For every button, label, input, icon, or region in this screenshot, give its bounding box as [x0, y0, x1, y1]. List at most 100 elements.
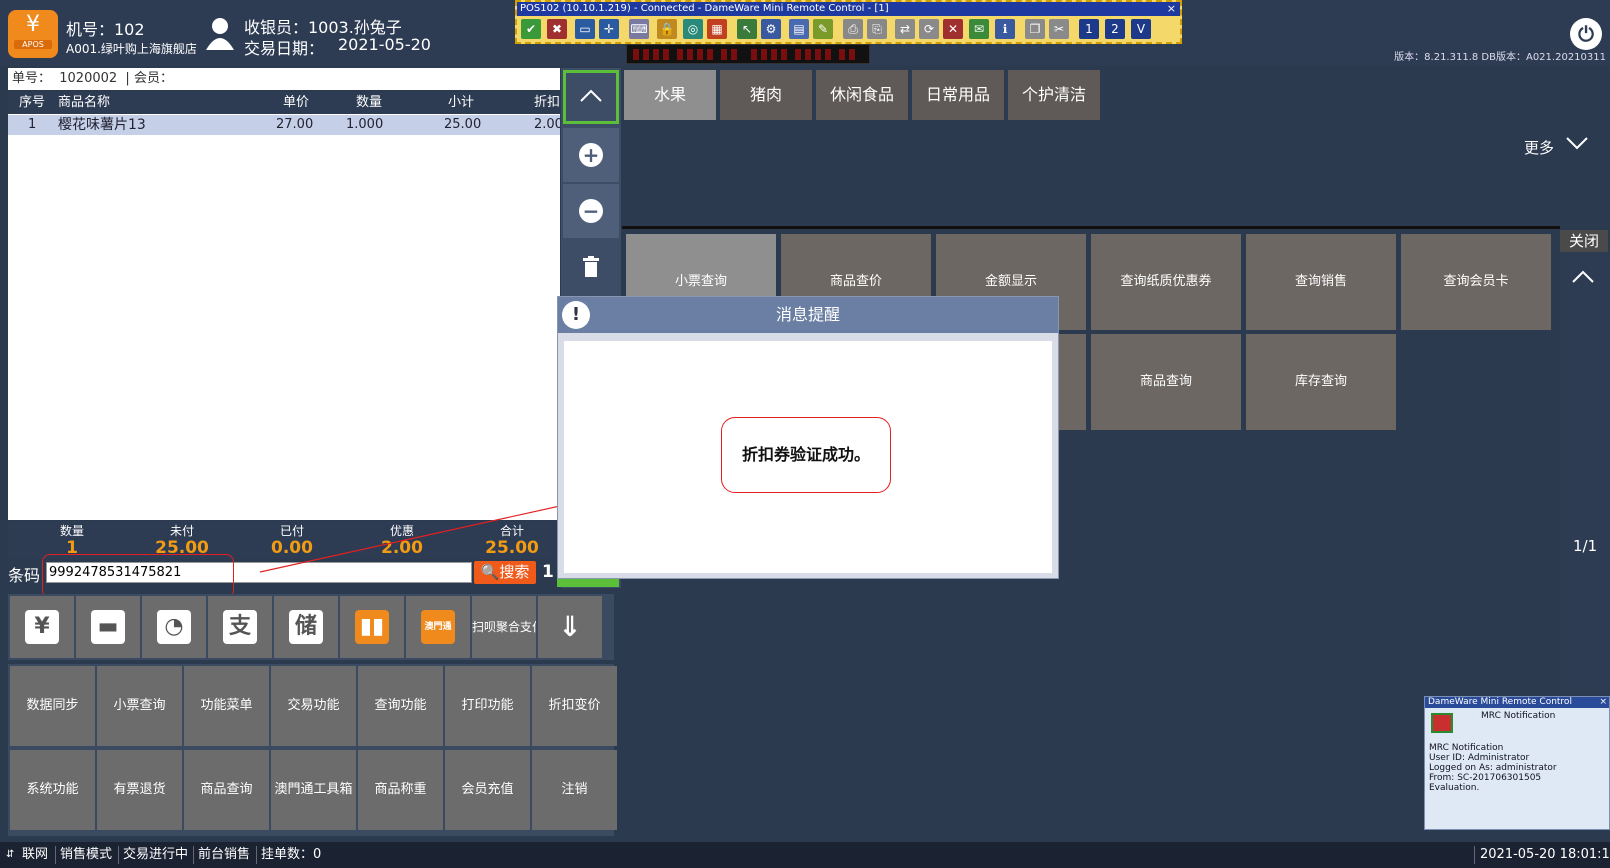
payment-row: ¥ ▬ ◔ 支 储 ▮▮ 澳門通 扫呗聚合支付 ⇓: [8, 594, 614, 660]
alert-icon: !: [562, 301, 590, 329]
dialog-body: 折扣券验证成功。: [564, 341, 1052, 573]
func-query[interactable]: 查询功能: [358, 666, 443, 746]
func-macau-toolbox[interactable]: 澳門通工具箱: [271, 750, 356, 830]
order-table: 序号 商品名称 单价 数量 小计 折扣 1 樱花味薯片13 27.00 1.00…: [8, 92, 560, 520]
grid-icon[interactable]: ▤: [789, 19, 809, 39]
refund-pay-button[interactable]: ⇓: [538, 596, 602, 658]
mrc-line: From: SC-201706301505: [1429, 773, 1542, 783]
view-icon[interactable]: ◎: [683, 19, 703, 39]
chevron-down-icon[interactable]: [1566, 134, 1588, 155]
func-return[interactable]: 有票退货: [97, 750, 182, 830]
apos-logo: ¥ APOS: [8, 10, 58, 58]
power-icon[interactable]: ⏻: [1570, 18, 1602, 50]
col-no: 序号: [19, 95, 46, 110]
sync-icon[interactable]: ⟳: [919, 19, 939, 39]
disconnect-icon[interactable]: ✖: [547, 19, 567, 39]
query-paper-coupon[interactable]: 查询纸质优惠券: [1091, 234, 1241, 330]
query-member-card[interactable]: 查询会员卡: [1401, 234, 1551, 330]
chevron-up-icon[interactable]: [1572, 268, 1594, 289]
print-setup-icon[interactable]: ⎘: [867, 19, 887, 39]
move-icon[interactable]: ✛: [599, 19, 619, 39]
capture-icon[interactable]: ▦: [707, 19, 727, 39]
tab-personal-care[interactable]: 个护清洁: [1008, 70, 1100, 120]
channel-status: 前台销售: [198, 847, 251, 862]
scroll-up-button[interactable]: [563, 70, 619, 124]
aggregate-pay-button[interactable]: 扫呗聚合支付: [472, 596, 536, 658]
transfer-icon[interactable]: ⇄: [895, 19, 915, 39]
query-sales[interactable]: 查询销售: [1246, 234, 1396, 330]
table-row[interactable]: 1 樱花味薯片13 27.00 1.000 25.00 2.00: [8, 115, 560, 135]
func-discount-price[interactable]: 折扣变价: [532, 666, 617, 746]
stop-icon[interactable]: ✕: [943, 19, 963, 39]
row-qty: 1.000: [346, 117, 384, 132]
delete-item-button[interactable]: [563, 240, 619, 294]
led-display: [626, 44, 870, 64]
func-data-sync[interactable]: 数据同步: [10, 666, 95, 746]
unpaid-label: 未付: [169, 524, 194, 538]
func-receipt-query[interactable]: 小票查询: [97, 666, 182, 746]
query-scroll-column: [1560, 252, 1610, 692]
cash-pay-button[interactable]: ¥: [10, 596, 74, 658]
monitor-1-icon[interactable]: 1: [1079, 19, 1099, 39]
remote-toolbar-close-icon[interactable]: ×: [1167, 2, 1176, 16]
func-product-query[interactable]: 商品查询: [184, 750, 269, 830]
increase-qty-button[interactable]: +: [563, 128, 619, 182]
func-transaction[interactable]: 交易功能: [271, 666, 356, 746]
func-print[interactable]: 打印功能: [445, 666, 530, 746]
func-system[interactable]: 系统功能: [10, 750, 95, 830]
mrc-logo-icon: [1431, 713, 1453, 733]
row-name: 樱花味薯片13: [58, 117, 146, 133]
row-price: 27.00: [276, 117, 314, 132]
tab-snacks[interactable]: 休闲食品: [816, 70, 908, 120]
keyboard-icon[interactable]: ⌨: [629, 19, 649, 39]
monitor-2-icon[interactable]: 2: [1105, 19, 1125, 39]
card-icon: ▬: [91, 610, 125, 644]
query-product[interactable]: 商品查询: [1091, 334, 1241, 430]
monitor-v-icon[interactable]: V: [1131, 19, 1151, 39]
wechat-pay-button[interactable]: ◔: [142, 596, 206, 658]
mrc-close-icon[interactable]: ×: [1599, 697, 1607, 708]
info-icon[interactable]: ℹ: [995, 19, 1015, 39]
settings-icon[interactable]: ⚙: [761, 19, 781, 39]
window-icon[interactable]: ❐: [1025, 19, 1045, 39]
user-avatar-icon: [205, 16, 235, 52]
lock-icon[interactable]: 🔒: [657, 19, 677, 39]
page-indicator: 1/1: [1573, 537, 1598, 555]
print-icon[interactable]: ⎙: [843, 19, 863, 39]
col-subtotal: 小计: [448, 95, 475, 110]
row-subtotal: 25.00: [444, 117, 482, 132]
func-logout[interactable]: 注销: [532, 750, 617, 830]
clipboard-icon[interactable]: ✂: [1049, 19, 1069, 39]
tools-icon[interactable]: ✎: [813, 19, 833, 39]
tab-daily[interactable]: 日常用品: [912, 70, 1004, 120]
tab-fruit[interactable]: 水果: [624, 70, 716, 120]
decrease-qty-button[interactable]: −: [563, 184, 619, 238]
dialog-title: 消息提醒: [558, 297, 1058, 333]
cursor-icon[interactable]: ↖: [737, 19, 757, 39]
more-button[interactable]: 更多: [1524, 137, 1554, 158]
stored-value-button[interactable]: 储: [274, 596, 338, 658]
card-pay-button[interactable]: ▬: [76, 596, 140, 658]
chat-icon[interactable]: ✉: [969, 19, 989, 39]
query-inventory[interactable]: 库存查询: [1246, 334, 1396, 430]
message-dialog: 消息提醒 ! 折扣券验证成功。: [557, 296, 1059, 579]
close-button[interactable]: 关闭: [1560, 230, 1608, 252]
chevron-up-icon: [580, 89, 602, 102]
col-name: 商品名称: [58, 95, 111, 110]
macau-pass-button[interactable]: 澳門通: [406, 596, 470, 658]
logo-text: APOS: [14, 40, 52, 49]
row-discount: 2.00: [534, 117, 560, 132]
orange-pay-icon: ▮▮: [355, 610, 389, 644]
store-name: A001.绿叶购上海旗舰店: [66, 42, 197, 56]
pin-icon[interactable]: ✔: [521, 19, 541, 39]
orange-pay-button[interactable]: ▮▮: [340, 596, 404, 658]
func-weigh[interactable]: 商品称重: [358, 750, 443, 830]
screen-icon[interactable]: ▭: [575, 19, 595, 39]
tab-pork[interactable]: 猪肉: [720, 70, 812, 120]
func-menu[interactable]: 功能菜单: [184, 666, 269, 746]
held-orders: 挂单数：0: [261, 847, 322, 862]
func-member-topup[interactable]: 会员充值: [445, 750, 530, 830]
transaction-status: 交易进行中: [123, 847, 189, 862]
mrc-line: MRC Notification: [1429, 743, 1504, 753]
alipay-button[interactable]: 支: [208, 596, 272, 658]
